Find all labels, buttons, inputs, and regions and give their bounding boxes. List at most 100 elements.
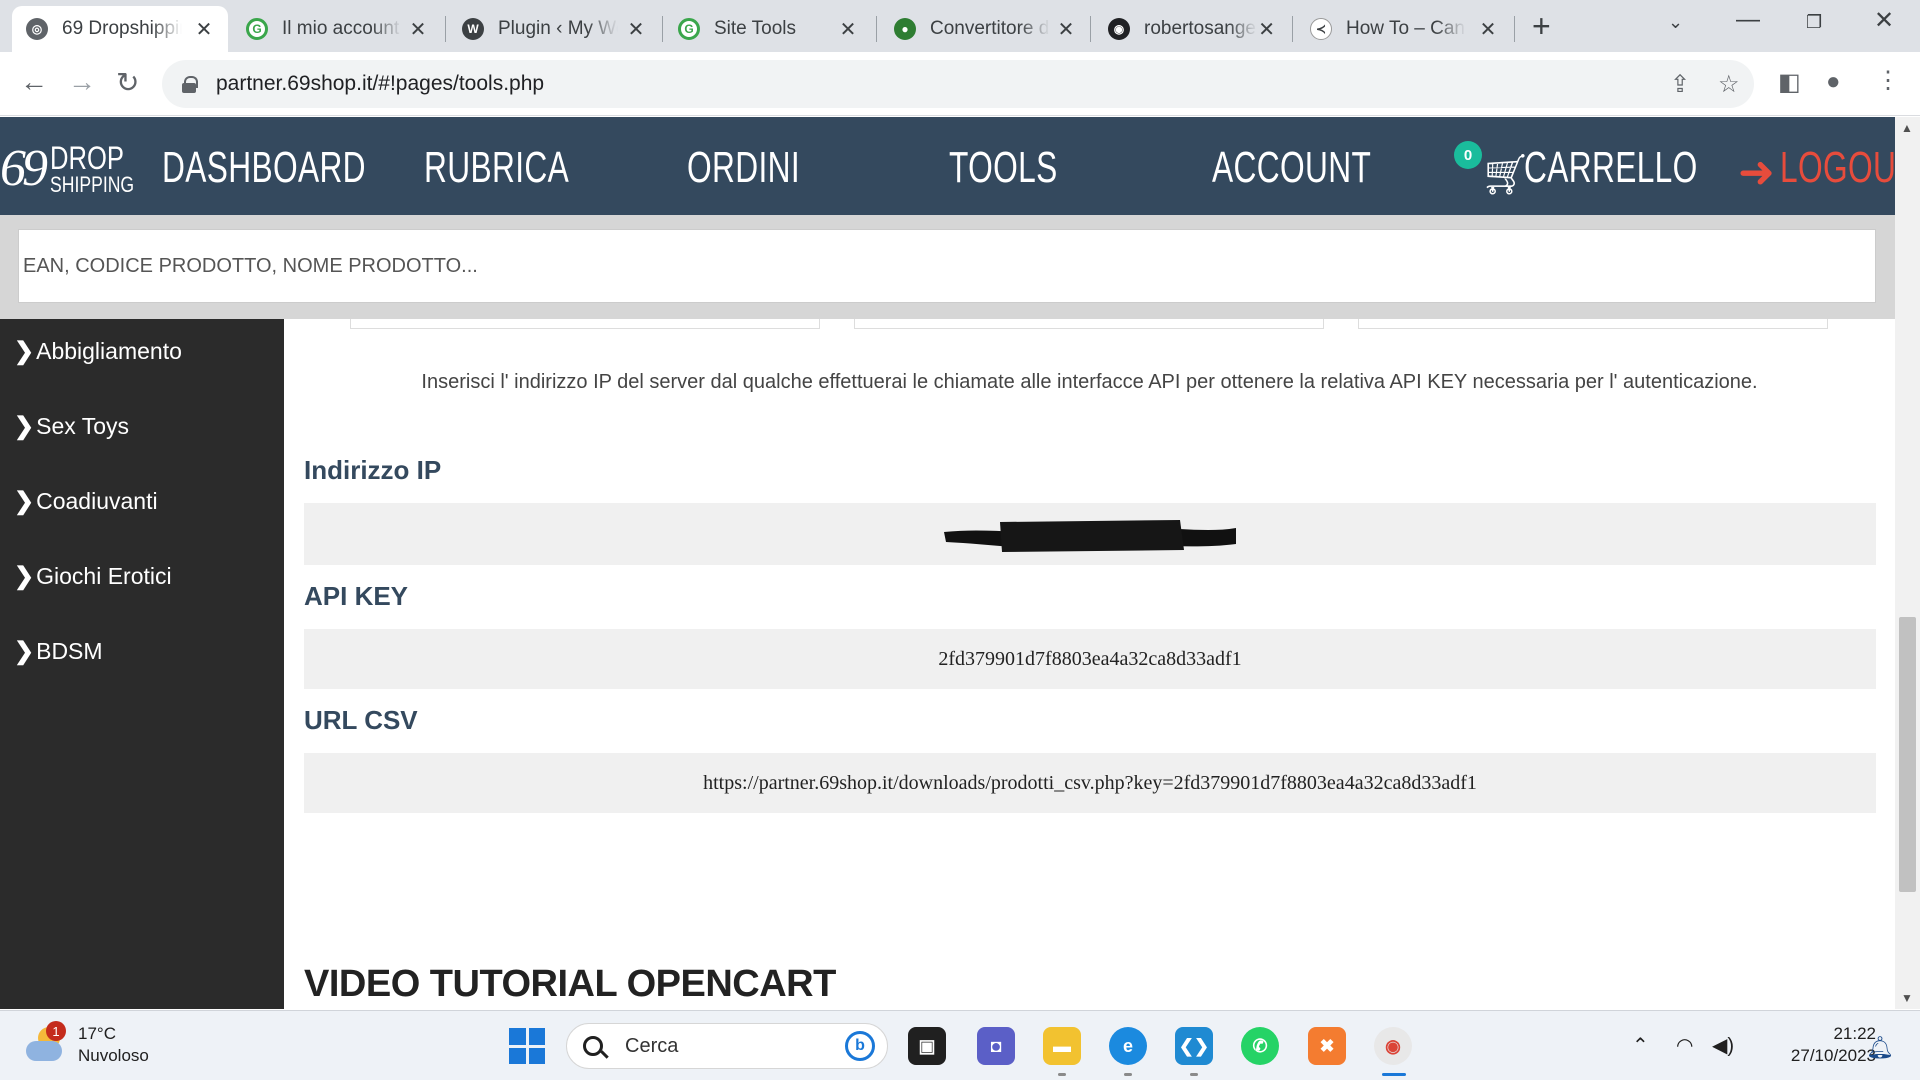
nav-dashboard[interactable]: DASHBOARD [162,143,366,193]
teams-chat-icon[interactable]: ◘ [977,1027,1015,1065]
nav-tools[interactable]: TOOLS [949,143,1058,193]
menu-kebab-icon[interactable]: ⋮ [1876,66,1900,95]
siteground-icon: G [678,18,700,40]
file-explorer-icon[interactable]: ▬ [1043,1027,1081,1065]
taskbar-clock[interactable]: 21:22 27/10/2023 [1760,1023,1876,1067]
tab-title: Il mio account [282,18,400,39]
tab-site-tools[interactable]: G Site Tools ✕ [664,6,872,52]
reload-icon[interactable]: ↻ [116,66,139,99]
notification-badge: 1 [46,1021,66,1042]
weather-temp: 17°C [78,1024,116,1043]
tab-plugin-wordpress[interactable]: W Plugin ‹ My WordPress ✕ [448,6,660,52]
new-tab-button[interactable]: + [1532,8,1551,45]
volume-icon[interactable]: ◀︎) [1712,1033,1734,1058]
tab-title: Plugin ‹ My WordPress [498,18,618,39]
globe-icon: ◎ [26,18,48,40]
tab-title: Convertitore di [930,18,1050,39]
site-logo-icon: ≺ [1310,18,1332,40]
windows-taskbar: 1 17°C Nuvoloso Cerca b ▣ ◘ ▬ e ❮❯ ✆ ✖ ◉… [0,1010,1920,1080]
ip-label: Indirizzo IP [304,455,442,485]
chrome-icon[interactable]: ◉ [1374,1027,1412,1065]
api-intro-text: Inserisci l' indirizzo IP del server dal… [421,371,1758,393]
chevron-right-icon: ❯ [14,488,35,515]
panel-stub [854,319,1324,329]
close-tab-icon[interactable]: ✕ [1056,17,1076,42]
converter-icon: ● [894,18,916,40]
tab-il-mio-account[interactable]: G Il mio account ✕ [232,6,442,52]
redacted-ip-scribble [944,520,1236,552]
tab-title: How To – Can [1346,18,1465,39]
vscode-icon[interactable]: ❮❯ [1175,1027,1213,1065]
sidebar-item-sex-toys[interactable]: ❯ Sex Toys [14,412,129,441]
url-text[interactable]: partner.69shop.it/#!pages/tools.php [216,72,544,96]
bookmark-star-icon[interactable]: ☆ [1718,70,1740,99]
cart-count-badge: 0 [1454,141,1482,169]
close-window-button[interactable]: ✕ [1874,6,1894,35]
close-tab-icon[interactable]: ✕ [408,17,428,42]
chevron-right-icon: ❯ [14,338,35,365]
taskbar-search[interactable]: Cerca b [566,1023,888,1069]
close-tab-icon[interactable]: ✕ [838,17,858,42]
nav-carrello[interactable]: CARRELLO [1524,143,1698,193]
site-logo[interactable]: 69 DROP SHIPPING [0,139,155,198]
side-panel-icon[interactable]: ◧ [1778,68,1801,97]
windows-start-icon[interactable] [509,1028,545,1064]
url-csv-field[interactable]: https://partner.69shop.it/downloads/prod… [304,753,1876,813]
scroll-down-icon[interactable]: ▼ [1901,991,1913,1005]
sidebar-item-giochi-erotici[interactable]: ❯ Giochi Erotici [14,562,172,591]
chevron-right-icon: ❯ [14,638,35,665]
sidebar-item-abbigliamento[interactable]: ❯ Abbigliamento [14,337,182,366]
profile-avatar-icon[interactable]: ● [1826,68,1841,96]
whatsapp-icon[interactable]: ✆ [1241,1027,1279,1065]
task-view-icon[interactable]: ▣ [908,1027,946,1065]
close-tab-icon[interactable]: ✕ [194,17,214,42]
bing-icon[interactable]: b [845,1031,875,1061]
github-icon: ◉ [1108,18,1130,40]
back-arrow-icon[interactable]: ← [20,66,48,98]
ip-value-field[interactable] [304,503,1876,565]
browser-toolbar: ← → ↻ partner.69shop.it/#!pages/tools.ph… [0,52,1920,116]
cloudy-weather-icon: 1 [26,1021,66,1065]
tab-github-robertosangermano[interactable]: ◉ robertosangermano ✕ [1094,6,1290,52]
siteground-icon: G [246,18,268,40]
video-tutorial-heading: VIDEO TUTORIAL OPENCART [304,963,836,1005]
tab-search-icon[interactable]: ⌄ [1668,12,1683,33]
logout-icon[interactable]: ➜ [1738,147,1775,198]
page-scrollbar[interactable]: ▲ ▼ [1895,117,1920,1009]
category-sidebar: ❯ Abbigliamento ❯ Sex Toys ❯ Coadiuvanti… [0,319,284,1009]
forward-arrow-icon[interactable]: → [68,66,96,98]
notification-bell-icon[interactable]: 🔔︎ [1866,1035,1894,1061]
close-tab-icon[interactable]: ✕ [626,17,646,42]
weather-desc: Nuvoloso [78,1046,149,1066]
xampp-icon[interactable]: ✖ [1308,1027,1346,1065]
restore-button[interactable]: ❐ [1806,12,1822,33]
wifi-icon[interactable]: ◠ [1676,1033,1693,1058]
product-search-input[interactable] [18,229,1876,303]
tray-chevron-up-icon[interactable]: ⌃ [1632,1033,1649,1058]
chevron-right-icon: ❯ [14,413,35,440]
tab-convertitore[interactable]: ● Convertitore di ✕ [880,6,1090,52]
tab-69-dropshipping[interactable]: ◎ 69 Dropshipping ✕ [12,6,228,52]
api-key-label: API KEY [304,581,409,611]
tab-how-to[interactable]: ≺ How To – Can ✕ [1296,6,1512,52]
scroll-up-icon[interactable]: ▲ [1901,121,1913,135]
close-tab-icon[interactable]: ✕ [1257,17,1276,42]
site-navbar: 69 DROP SHIPPING DASHBOARD RUBRICA ORDIN… [0,117,1916,215]
edge-browser-icon[interactable]: e [1109,1027,1147,1065]
nav-account[interactable]: ACCOUNT [1212,143,1371,193]
sidebar-item-coadiuvanti[interactable]: ❯ Coadiuvanti [14,487,158,516]
tab-title: 69 Dropshipping [62,18,182,39]
scrollbar-thumb[interactable] [1899,617,1916,892]
search-icon [583,1036,603,1056]
minimize-button[interactable]: — [1736,6,1760,34]
tools-content: Inserisci l' indirizzo IP del server dal… [284,319,1895,1009]
weather-widget[interactable]: 1 17°C Nuvoloso [26,1021,149,1067]
nav-rubrica[interactable]: RUBRICA [424,143,569,193]
share-icon[interactable]: ⇪ [1670,70,1690,99]
close-tab-icon[interactable]: ✕ [1478,17,1498,42]
api-key-field[interactable]: 2fd379901d7f8803ea4a32ca8d33adf1 [304,629,1876,689]
sidebar-item-bdsm[interactable]: ❯ BDSM [14,637,103,666]
nav-ordini[interactable]: ORDINI [687,143,800,193]
lock-icon[interactable] [182,76,198,93]
address-bar[interactable]: partner.69shop.it/#!pages/tools.php ⇪ ☆ [162,60,1754,108]
